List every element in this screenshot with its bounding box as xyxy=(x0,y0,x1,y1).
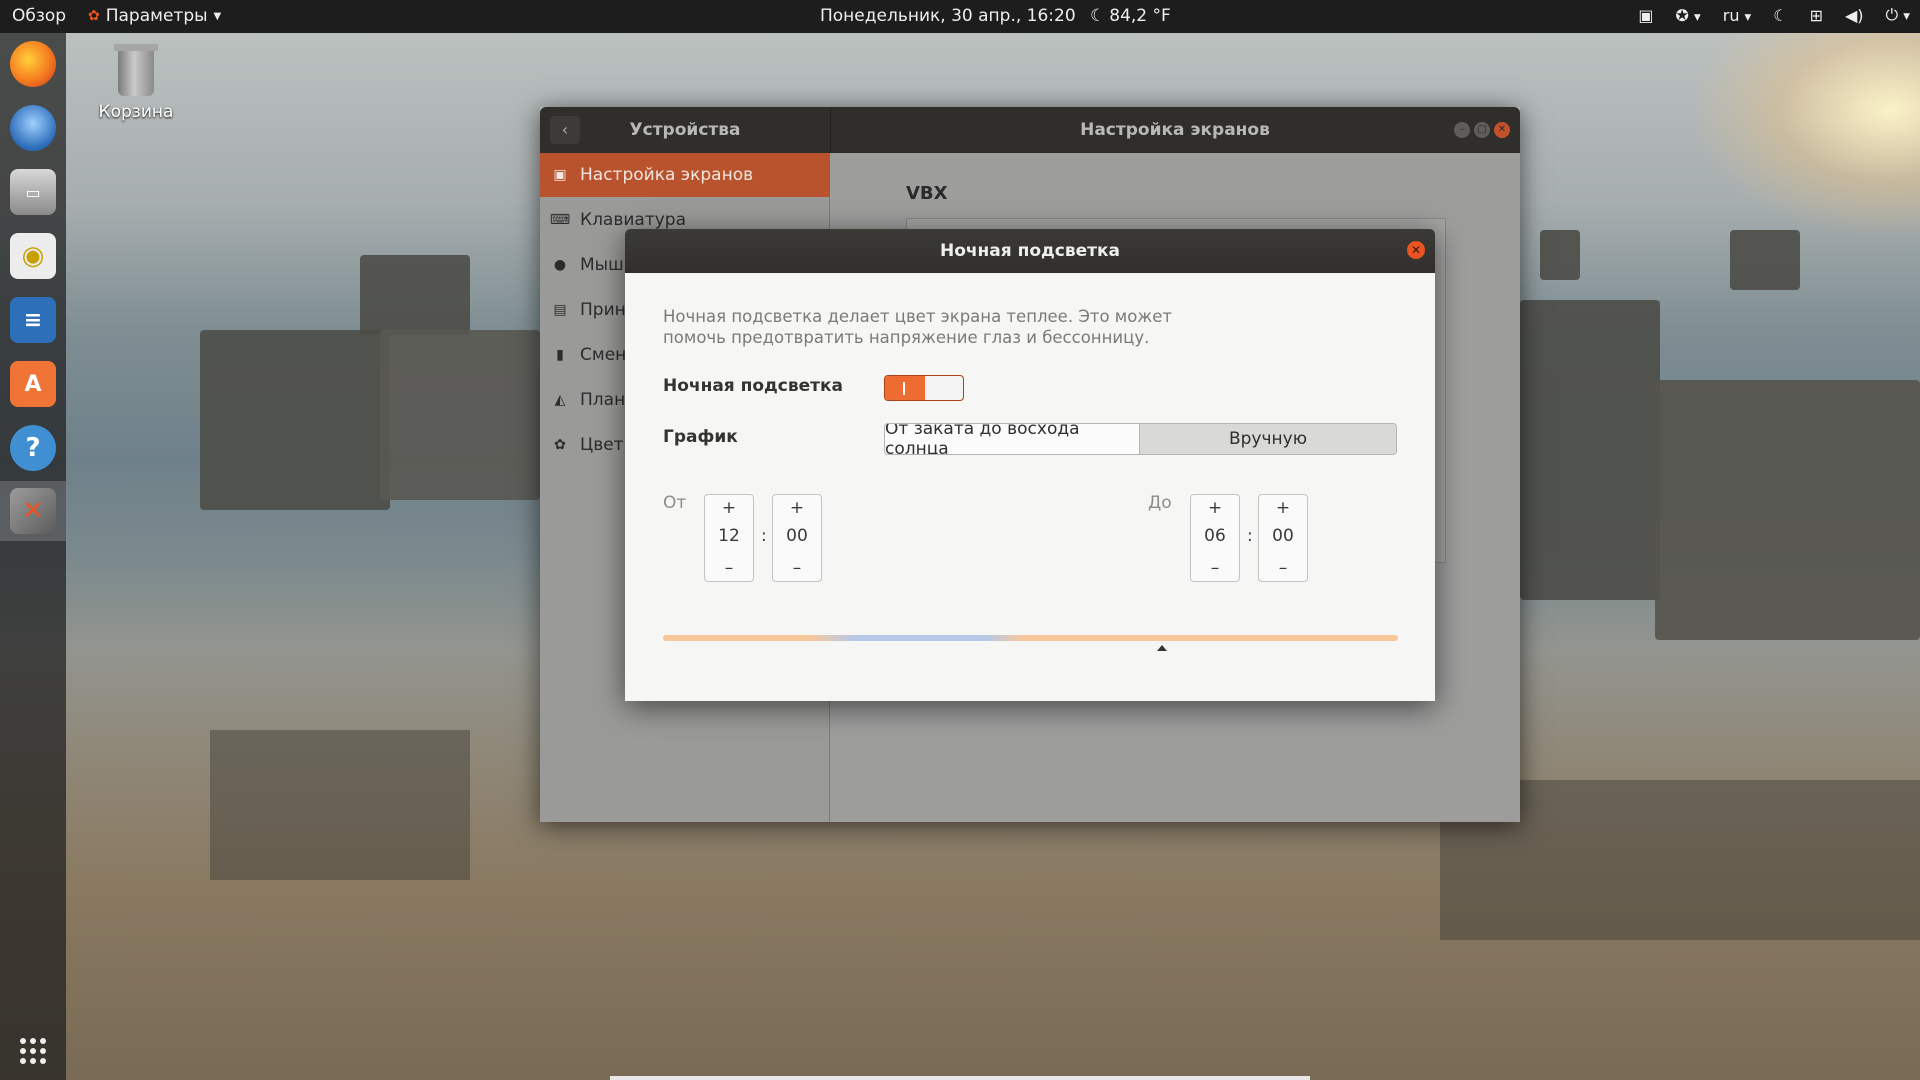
rhythmbox-icon[interactable]: ◉ xyxy=(10,233,56,279)
firefox-icon[interactable] xyxy=(10,41,56,87)
keyboard-icon: ⌨ xyxy=(549,212,571,228)
clock[interactable]: Понедельник, 30 апр., 16:20 xyxy=(820,6,1076,26)
weather-icon: ☾ xyxy=(1090,6,1106,26)
from-minutes-value[interactable]: 00 xyxy=(773,526,821,546)
to-hours-value[interactable]: 06 xyxy=(1191,526,1239,546)
from-label: От xyxy=(663,493,687,513)
wallpaper-rock xyxy=(1540,230,1580,280)
network-icon[interactable]: ⊞ xyxy=(1810,6,1823,25)
trash-label: Корзина xyxy=(98,102,174,122)
decrement-button[interactable]: – xyxy=(1191,556,1239,580)
gamepad-icon[interactable]: ▣ xyxy=(1638,6,1653,25)
from-hours-spinner: + 12 – xyxy=(704,494,754,582)
increment-button[interactable]: + xyxy=(773,496,821,520)
sidebar-item-label: Клавиатура xyxy=(580,210,687,230)
current-time-marker-icon xyxy=(1157,645,1167,651)
display-name: VBX xyxy=(906,183,948,204)
trash-desktop-icon[interactable]: Корзина xyxy=(96,44,176,122)
color-icon: ✿ xyxy=(554,437,566,453)
power-icon[interactable]: ⏻ ▾ xyxy=(1886,5,1910,25)
to-label: До xyxy=(1148,493,1172,513)
night-light-dialog: Ночная подсветка ✕ Ночная подсветка дела… xyxy=(625,229,1435,701)
accessibility-icon[interactable]: ✪ ▾ xyxy=(1676,6,1701,25)
thunderbird-icon[interactable] xyxy=(10,105,56,151)
sidebar-item-displays[interactable]: ▣ Настройка экранов xyxy=(540,153,830,197)
schedule-selector: От заката до восхода солнца Вручную xyxy=(884,423,1397,455)
language-label: ru xyxy=(1722,5,1740,25)
weather-indicator[interactable]: ☾ 84,2 °F xyxy=(1090,6,1171,26)
sidebar-title: Устройства xyxy=(629,120,741,140)
app-menu-button[interactable]: ✿ Параметры ▼ xyxy=(88,6,221,26)
panel-title: Настройка экранов xyxy=(1080,120,1270,140)
top-bar: Обзор ✿ Параметры ▼ Понедельник, 30 апр.… xyxy=(0,0,1920,33)
decrement-button[interactable]: – xyxy=(1259,556,1307,580)
to-minutes-spinner: + 00 – xyxy=(1258,494,1308,582)
tablet-icon: ◭ xyxy=(554,392,566,408)
night-light-switch[interactable] xyxy=(884,375,964,401)
wallpaper-rock xyxy=(360,255,470,335)
night-light-description: Ночная подсветка делает цвет экрана тепл… xyxy=(663,307,1172,347)
status-area: ▣ ✪ ▾ ru ▾ ☾ ⊞ ◀) ⏻ ▾ xyxy=(1638,5,1910,25)
volume-icon[interactable]: ◀) xyxy=(1845,6,1864,25)
settings-header: ‹ Устройства Настройка экранов – □ ✕ xyxy=(540,107,1520,153)
schedule-label: График xyxy=(663,427,738,447)
increment-button[interactable]: + xyxy=(1191,496,1239,520)
mouse-icon: ● xyxy=(553,257,567,273)
settings-icon[interactable]: ✕ xyxy=(10,488,56,534)
weather-temperature: 84,2 °F xyxy=(1109,6,1171,26)
switch-on-indicator xyxy=(885,376,925,400)
bottom-edge-strip xyxy=(610,1076,1310,1080)
decrement-button[interactable]: – xyxy=(773,556,821,580)
increment-button[interactable]: + xyxy=(705,496,753,520)
printer-icon: ▤ xyxy=(553,302,567,318)
chevron-down-icon: ▼ xyxy=(213,10,222,22)
settings-gear-icon: ✿ xyxy=(88,8,100,24)
sidebar-item-label: Настройка экранов xyxy=(580,165,754,185)
activities-button[interactable]: Обзор xyxy=(12,6,66,26)
time-separator: : xyxy=(1247,526,1253,546)
to-minutes-value[interactable]: 00 xyxy=(1259,526,1307,546)
wallpaper-reflection xyxy=(210,730,470,880)
dock: ▭ ◉ ≡ A ? ✕ xyxy=(0,33,66,1080)
close-icon: ✕ xyxy=(1410,243,1422,257)
help-icon[interactable]: ? xyxy=(10,425,56,471)
wallpaper-rock xyxy=(380,330,540,500)
libreoffice-writer-icon[interactable]: ≡ xyxy=(10,297,56,343)
time-separator: : xyxy=(761,526,767,546)
dialog-close-button[interactable]: ✕ xyxy=(1407,241,1425,259)
from-minutes-spinner: + 00 – xyxy=(772,494,822,582)
ubuntu-software-icon[interactable]: A xyxy=(10,361,56,407)
sidebar-item-label: Цвет xyxy=(580,435,624,455)
window-controls: – □ ✕ xyxy=(1454,122,1510,138)
display-icon: ▣ xyxy=(553,167,567,183)
schedule-option-manual[interactable]: Вручную xyxy=(1140,424,1396,454)
wallpaper-rock xyxy=(1730,230,1800,290)
decrement-button[interactable]: – xyxy=(705,556,753,580)
sidebar-item-label: Смен xyxy=(580,345,627,365)
increment-button[interactable]: + xyxy=(1259,496,1307,520)
removable-media-icon: ▮ xyxy=(556,347,564,363)
night-light-schedule-bar xyxy=(663,635,1398,641)
close-button[interactable]: ✕ xyxy=(1494,122,1510,138)
show-applications-icon[interactable] xyxy=(20,1038,46,1064)
wallpaper-rock xyxy=(200,330,390,510)
dialog-title: Ночная подсветка xyxy=(939,241,1120,261)
dialog-header: Ночная подсветка ✕ xyxy=(625,229,1435,273)
wallpaper-rock xyxy=(1655,380,1920,640)
files-icon[interactable]: ▭ xyxy=(10,169,56,215)
wallpaper-rock xyxy=(1520,300,1660,600)
night-light-icon[interactable]: ☾ xyxy=(1773,6,1787,25)
night-light-label: Ночная подсветка xyxy=(663,376,844,396)
sidebar-item-label: План xyxy=(580,390,626,410)
maximize-button[interactable]: □ xyxy=(1474,122,1490,138)
app-menu-label: Параметры xyxy=(105,6,208,26)
minimize-button[interactable]: – xyxy=(1454,122,1470,138)
trash-icon xyxy=(114,44,158,96)
language-selector[interactable]: ru ▾ xyxy=(1723,6,1752,25)
schedule-option-sunset-to-sunrise[interactable]: От заката до восхода солнца xyxy=(885,424,1140,454)
from-hours-value[interactable]: 12 xyxy=(705,526,753,546)
to-hours-spinner: + 06 – xyxy=(1190,494,1240,582)
